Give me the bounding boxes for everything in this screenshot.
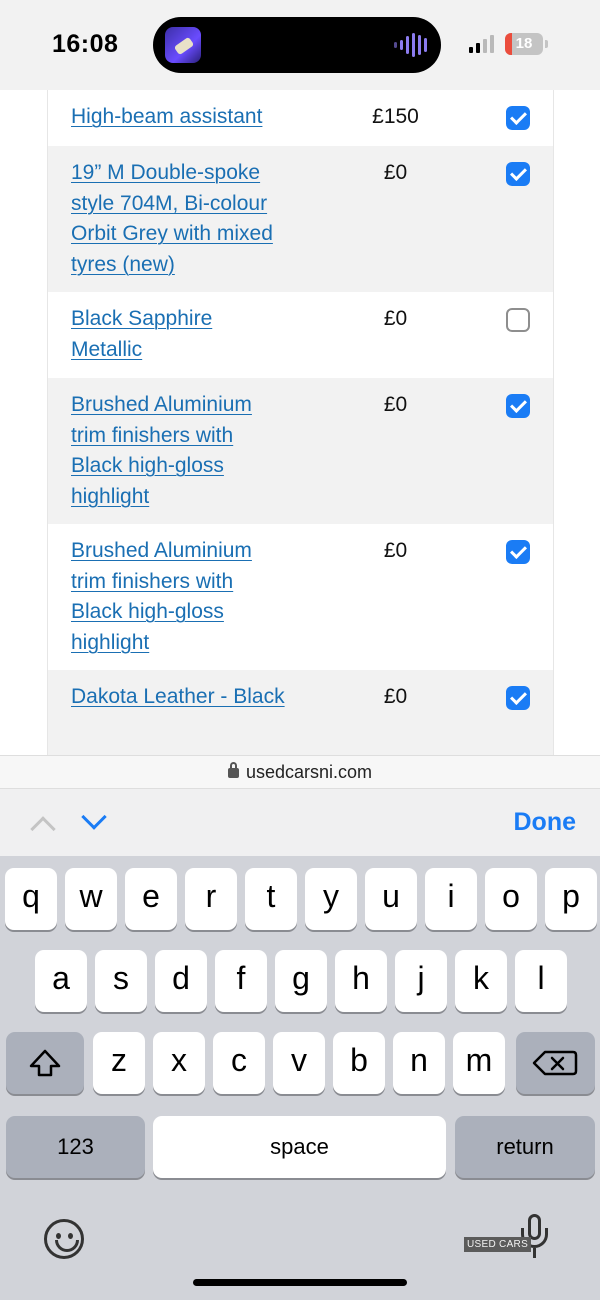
keyboard: 123 space return qwertyuiop asdfghjkl zxcv…: [0, 856, 600, 1300]
shift-icon: [29, 1049, 61, 1077]
mic-stem: [533, 1248, 536, 1258]
key-p[interactable]: p: [545, 868, 597, 930]
options-table: High-beam assistant £150 19” M Double-spok…: [47, 90, 554, 755]
key-g[interactable]: g: [275, 950, 327, 1012]
status-bar: 16:08 18: [0, 0, 600, 90]
key-s[interactable]: s: [95, 950, 147, 1012]
option-price: £0: [383, 393, 408, 416]
url-bar[interactable]: usedcarsni.com: [0, 755, 600, 789]
option-checkbox[interactable]: [506, 540, 530, 564]
key-j[interactable]: j: [395, 950, 447, 1012]
option-checkbox[interactable]: [506, 686, 530, 710]
key-w[interactable]: w: [65, 868, 117, 930]
dynamic-island[interactable]: [153, 17, 441, 73]
option-row: Black Sapphire Metallic £0: [48, 292, 553, 378]
battery-cap: [545, 40, 548, 48]
option-name-link[interactable]: 19” M Double-spoke style 704M, Bi-colour…: [71, 158, 286, 280]
key-z[interactable]: z: [93, 1032, 145, 1094]
key-c[interactable]: c: [213, 1032, 265, 1094]
option-checkbox[interactable]: [506, 394, 530, 418]
option-name-link[interactable]: Brushed Aluminium trim finishers with Bl…: [71, 390, 286, 512]
option-row: High-beam assistant £150: [48, 90, 553, 146]
key-h[interactable]: h: [335, 950, 387, 1012]
key-u[interactable]: u: [365, 868, 417, 930]
key-x[interactable]: x: [153, 1032, 205, 1094]
watermark: USED CARS: [464, 1237, 532, 1252]
option-row: Brushed Aluminium trim finishers with Bl…: [48, 378, 553, 524]
home-indicator[interactable]: [193, 1279, 407, 1286]
option-checkbox[interactable]: [506, 106, 530, 130]
key-b[interactable]: b: [333, 1032, 385, 1094]
option-row: Brushed Aluminium trim finishers with Bl…: [48, 524, 553, 670]
emoji-icon[interactable]: [44, 1219, 84, 1259]
battery-icon: 18: [505, 33, 543, 55]
key-l[interactable]: l: [515, 950, 567, 1012]
option-checkbox[interactable]: [506, 308, 530, 332]
shift-key[interactable]: [6, 1032, 84, 1094]
lock-icon: [227, 762, 239, 778]
key-r[interactable]: r: [185, 868, 237, 930]
now-playing-app-icon[interactable]: [165, 27, 201, 63]
key-n[interactable]: n: [393, 1032, 445, 1094]
delete-icon: [532, 1050, 578, 1076]
key-k[interactable]: k: [455, 950, 507, 1012]
key-e[interactable]: e: [125, 868, 177, 930]
status-time: 16:08: [52, 30, 119, 58]
space-key[interactable]: space: [153, 1116, 446, 1178]
option-name-link[interactable]: Dakota Leather - Black: [71, 682, 286, 713]
option-price: £0: [383, 161, 408, 184]
option-name-link[interactable]: High-beam assistant: [71, 102, 286, 133]
option-price: £0: [383, 307, 408, 330]
option-row: Dakota Leather - Black £0: [48, 670, 553, 755]
key-a[interactable]: a: [35, 950, 87, 1012]
option-name-link[interactable]: Black Sapphire Metallic: [71, 304, 286, 365]
return-key[interactable]: return: [455, 1116, 595, 1178]
option-name-link[interactable]: Brushed Aluminium trim finishers with Bl…: [71, 536, 286, 658]
web-content[interactable]: High-beam assistant £150 19” M Double-spok…: [0, 90, 600, 755]
key-y[interactable]: y: [305, 868, 357, 930]
cellular-signal-icon: [469, 35, 494, 53]
key-v[interactable]: v: [273, 1032, 325, 1094]
option-price: £0: [383, 539, 408, 562]
key-o[interactable]: o: [485, 868, 537, 930]
numbers-key[interactable]: 123: [6, 1116, 145, 1178]
key-q[interactable]: q: [5, 868, 57, 930]
url-domain: usedcarsni.com: [245, 762, 373, 782]
option-row: 19” M Double-spoke style 704M, Bi-colour…: [48, 146, 553, 292]
option-checkbox[interactable]: [506, 162, 530, 186]
delete-key[interactable]: [516, 1032, 595, 1094]
key-t[interactable]: t: [245, 868, 297, 930]
key-d[interactable]: d: [155, 950, 207, 1012]
option-price: £0: [383, 685, 408, 708]
url-display[interactable]: usedcarsni.com: [0, 762, 600, 783]
key-m[interactable]: m: [453, 1032, 505, 1094]
key-i[interactable]: i: [425, 868, 477, 930]
option-price: £150: [372, 105, 419, 128]
done-button[interactable]: Done: [514, 808, 577, 837]
key-f[interactable]: f: [215, 950, 267, 1012]
battery-percentage: 18: [515, 35, 533, 52]
audio-waveform-icon: [394, 33, 427, 57]
